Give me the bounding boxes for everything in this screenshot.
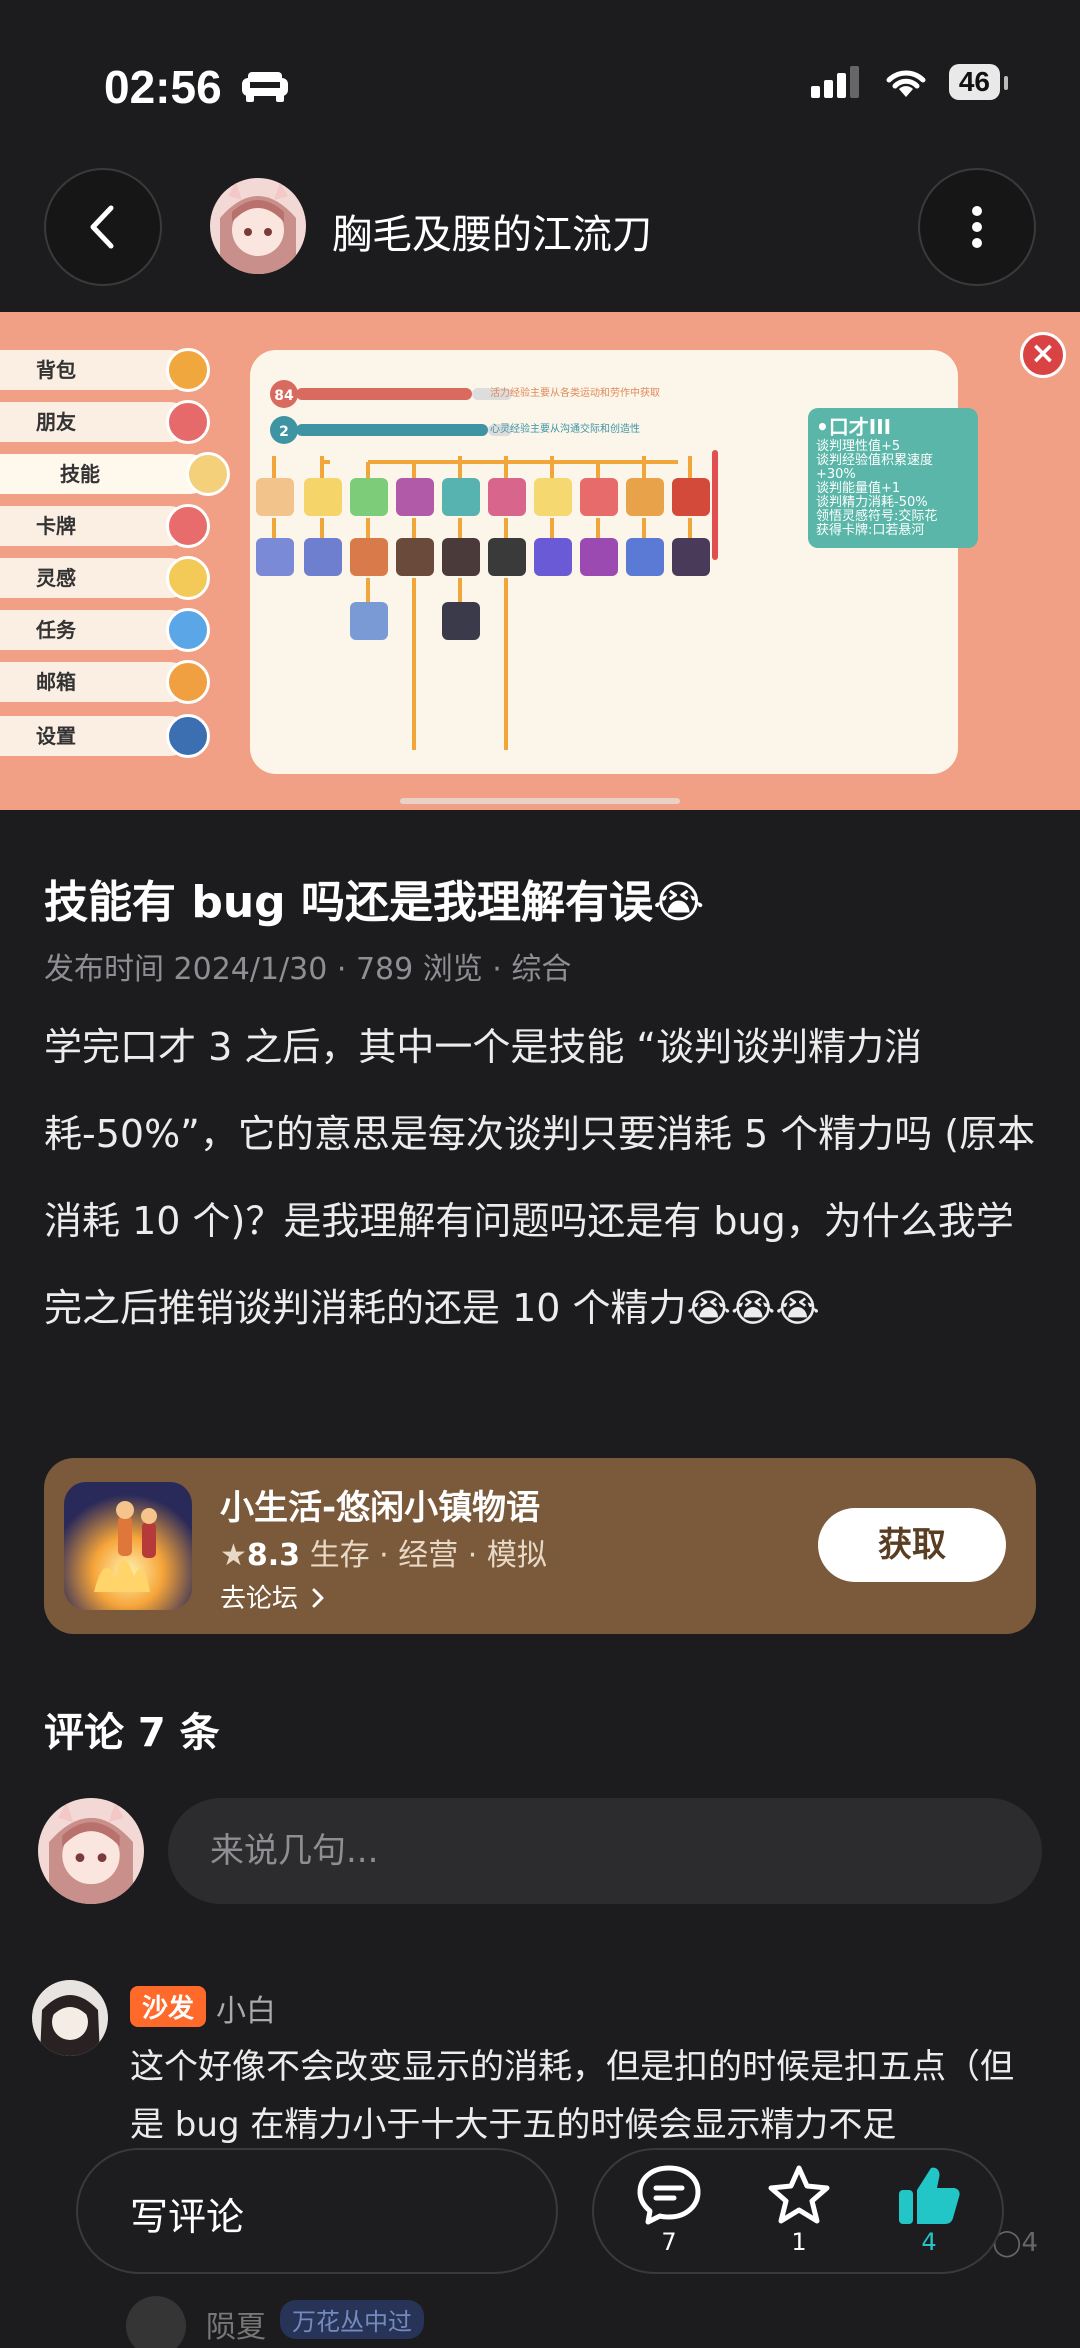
author-name[interactable]: 胸毛及腰的江流刀 (332, 202, 652, 260)
thumbs-up-icon (899, 2167, 960, 2224)
my-avatar (38, 1798, 144, 1904)
game-app-tags: ★8.3 生存 · 经营 · 模拟 (220, 1530, 547, 1574)
forum-link[interactable]: 去论坛 (220, 1578, 326, 1615)
star-outline-icon (768, 2165, 830, 2224)
anime-girl-avatar-icon (38, 1798, 144, 1904)
game-menu-item: 设置 (0, 714, 210, 758)
svg-text:84: 84 (274, 388, 294, 404)
user-title-badge: 万花丛中过 (280, 2300, 424, 2339)
status-time: 02:56 (104, 61, 222, 113)
battery-indicator: 46 (948, 64, 1009, 100)
chevron-right-icon (312, 1588, 324, 1608)
get-app-button[interactable]: 获取 (818, 1508, 1006, 1582)
anime-girl-avatar-icon (210, 178, 306, 274)
game-menu-item: 任务 (0, 608, 210, 652)
image-page-indicator (400, 798, 680, 804)
game-menu-item: 背包 (0, 348, 210, 392)
mail-icon (166, 660, 210, 704)
commenter-avatar[interactable] (32, 1980, 108, 2056)
task-icon (166, 608, 210, 652)
author-avatar[interactable] (210, 178, 306, 274)
settings-icon (166, 714, 210, 758)
game-app-name: 小生活-悠闲小镇物语 (220, 1488, 541, 1528)
game-menu-item: 朋友 (0, 400, 210, 444)
comment-text: 这个好像不会改变显示的消耗，但是扣的时候是扣五点（但是 bug 在精力小于十大于… (130, 2047, 1014, 2145)
svg-text:活力经验主要从各类运动和劳作中获取: 活力经验主要从各类运动和劳作中获取 (490, 386, 660, 399)
campfire-icon (64, 1482, 192, 1610)
comment-input[interactable]: 来说几句... (168, 1798, 1042, 1904)
post-body: 学完口才 3 之后，其中一个是技能 “谈判谈判精力消耗-50%”，它的意思是每次… (44, 1025, 1036, 1330)
status-bar: 02:56 46 (0, 0, 1080, 170)
game-app-genres: 生存 · 经营 · 模拟 (309, 1538, 547, 1573)
skill-tooltip: •口才III 谈判理性值+5 谈判经验值积累速度+30% 谈判能量值+1 谈判精… (808, 408, 978, 548)
close-icon: × (1020, 332, 1066, 378)
post-image-banner[interactable]: 背包 朋友 技能 卡牌 灵感 任务 邮箱 设置 84 活力经验主要从各类运动和劳… (0, 312, 1080, 810)
more-vertical-icon (972, 206, 982, 248)
write-comment-button[interactable]: 写评论 (76, 2148, 558, 2274)
svg-text:2: 2 (279, 424, 289, 440)
commenter-avatar[interactable] (126, 2296, 186, 2348)
hand-icon (186, 452, 230, 496)
back-button[interactable] (44, 168, 162, 286)
user-avatar-icon (32, 1980, 108, 2056)
post-header: 胸毛及腰的江流刀 (0, 168, 1080, 288)
game-menu-item: 技能 (0, 452, 230, 496)
bag-icon (166, 348, 210, 392)
heart-icon (166, 400, 210, 444)
sofa-badge: 沙发 (130, 1986, 207, 2027)
favorite-action[interactable]: 1 (754, 2164, 844, 2256)
skill-tree-panel: 84 活力经验主要从各类运动和劳作中获取 2 心灵经验主要从沟通交际和创造性 •… (250, 350, 978, 774)
commenter-name[interactable]: 陨夏 (206, 2302, 266, 2346)
card-icon (166, 504, 210, 548)
like-action[interactable]: 4 (884, 2164, 974, 2256)
car-icon (242, 72, 288, 102)
svg-text:心灵经验主要从沟通交际和创造性: 心灵经验主要从沟通交际和创造性 (490, 422, 640, 435)
signal-icon (810, 66, 859, 98)
game-menu-item: 邮箱 (0, 660, 210, 704)
game-app-rating: 8.3 (246, 1538, 301, 1573)
game-app-card[interactable]: 小生活-悠闲小镇物语 ★8.3 生存 · 经营 · 模拟 去论坛 获取 (44, 1458, 1036, 1634)
more-options-button[interactable] (918, 168, 1036, 286)
post-title: 技能有 bug 吗还是我理解有误😭 (44, 877, 705, 928)
game-app-icon (64, 1482, 192, 1610)
write-comment-label: 写评论 (130, 2195, 245, 2239)
wifi-icon (886, 70, 926, 97)
action-bar: 7 1 4 (592, 2148, 1004, 2274)
status-indicators: 46 (810, 64, 1009, 100)
game-menu-item: 卡牌 (0, 504, 210, 548)
post-meta: 发布时间 2024/1/30 · 789 浏览 · 综合 (44, 952, 572, 987)
commenter-name[interactable]: 小白 (216, 1986, 276, 2030)
chevron-left-icon (90, 205, 114, 249)
comments-title: 评论 7 条 (44, 1710, 220, 1756)
bulb-icon (166, 556, 210, 600)
comment-icon (637, 2165, 701, 2225)
star-icon: ★ (220, 1538, 247, 1573)
game-menu-item: 灵感 (0, 556, 210, 600)
comment-action[interactable]: 7 (624, 2164, 714, 2256)
